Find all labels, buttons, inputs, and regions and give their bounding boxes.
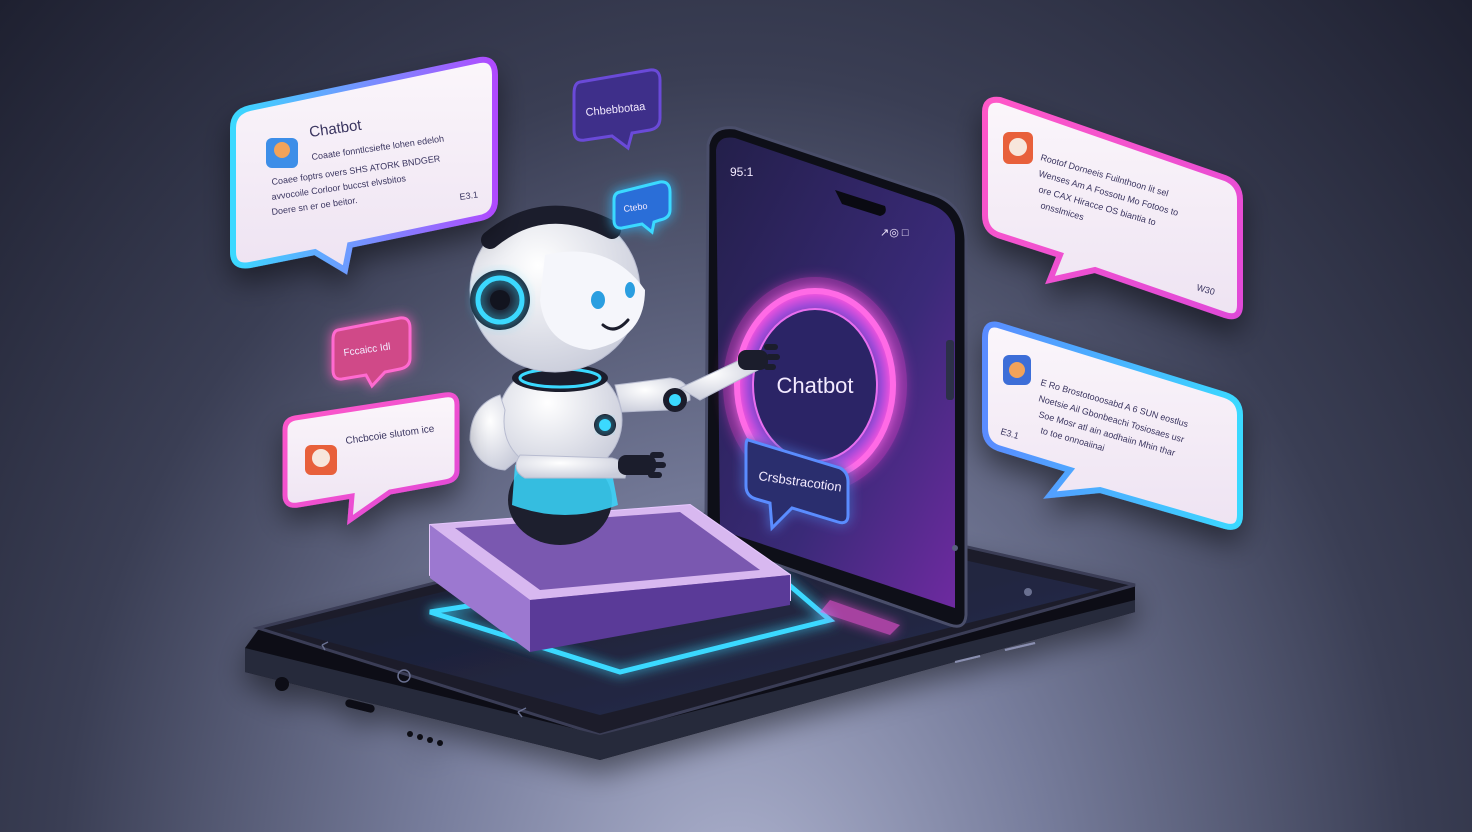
bubble-right-lower-avatar-icon — [1003, 355, 1031, 385]
bubble-small-cyan: Ctebo — [612, 180, 672, 235]
side-button — [946, 340, 954, 400]
chatbot-illustration: 95:1 ↗◎ □ Chatbot Crsbstracotion Chatbot… — [0, 0, 1472, 832]
status-icons: ↗◎ □ — [880, 227, 909, 239]
headphone-jack-icon — [275, 677, 289, 691]
camera-dot-icon — [1024, 588, 1032, 596]
bubble-left-lower: Chcbcoie slutom ice — [282, 392, 460, 526]
robot-ear-icon — [470, 270, 530, 330]
scene-svg: 95:1 ↗◎ □ Chatbot Crsbstracotion Chatbot… — [230, 56, 1243, 760]
bubble-top-center: Chbebbotaa — [572, 68, 662, 151]
bubble-avatar-icon — [266, 138, 298, 168]
chest-light-icon — [599, 419, 611, 431]
bubble-right-top: Rootof Dorneeis Fuilnthoon lit sel Wense… — [982, 96, 1243, 320]
robot-eye-left — [591, 291, 605, 309]
robot-left-hand-icon — [618, 452, 666, 478]
bubble-main-left: Chatbot Coaate fonntlcsiefte lohen edelo… — [230, 56, 498, 275]
bubble-left-avatar-icon — [305, 445, 337, 475]
bubble-right-top-avatar-icon — [1003, 132, 1033, 164]
robot-eye-right — [625, 282, 635, 298]
bubble-right-lower: E Ro Brostotooosabd A 6 SUN eostlus Noet… — [982, 321, 1243, 530]
ring-label: Chatbot — [776, 373, 853, 398]
speaker-grille-icon — [407, 731, 443, 746]
bubble-small-pink: Fccaicc Idl — [331, 316, 412, 389]
status-time: 95:1 — [730, 165, 754, 179]
